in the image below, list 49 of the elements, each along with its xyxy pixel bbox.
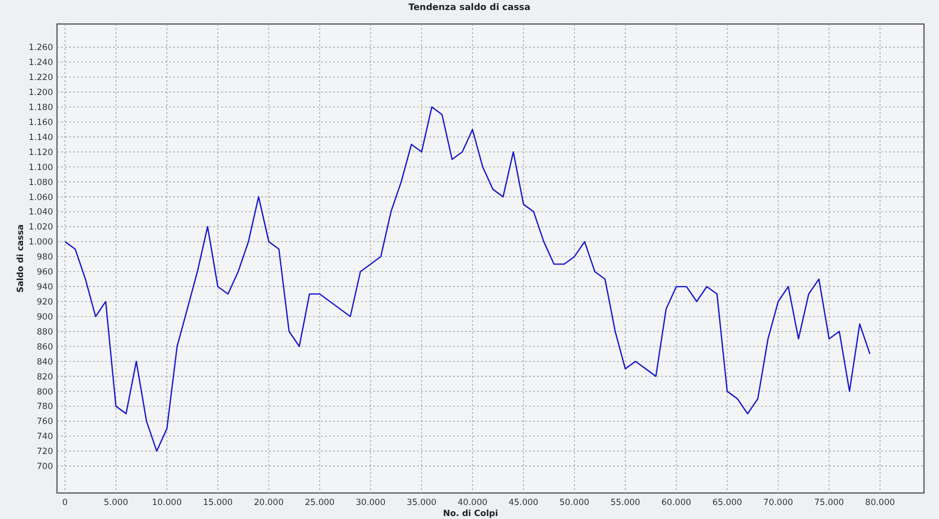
axis-tick-label: 700 (36, 462, 53, 472)
axis-tick-label: 50.000 (560, 498, 590, 508)
axis-tick-label: 800 (36, 387, 53, 398)
axis-tick-label: 1.200 (28, 88, 53, 98)
axis-tick-label: 1.080 (28, 178, 53, 188)
axis-tick-label: 40.000 (458, 498, 488, 508)
axis-tick-label: 1.040 (28, 208, 53, 218)
axis-tick-label: 1.260 (28, 43, 53, 54)
axis-tick-label: 860 (36, 342, 53, 352)
axis-tick-label: 15.000 (202, 498, 233, 508)
axis-tick-label: 1.120 (28, 148, 53, 158)
axis-tick-label: 80.000 (865, 498, 895, 508)
axis-tick-label: 760 (36, 417, 53, 428)
axis-tick-label: 65.000 (712, 498, 742, 508)
axis-tick-label: 25.000 (304, 498, 335, 508)
axis-tick-label: 1.060 (28, 192, 53, 203)
axis-tick-label: 1.240 (28, 58, 53, 68)
axis-tick-label: 45.000 (508, 498, 538, 508)
axis-tick-label: 1.100 (28, 162, 53, 173)
axis-title: No. di Colpi (442, 509, 498, 519)
axis-tick-label: 10.000 (152, 498, 182, 508)
axis-tick-label: 880 (36, 327, 53, 338)
axis-tick-label: 60.000 (661, 498, 692, 508)
axis-title: Saldo di cassa (16, 224, 26, 293)
axis-tick-label: 1.180 (28, 103, 53, 114)
axis-tick-label: 1.000 (28, 238, 53, 248)
axis-tick-label: 20.000 (254, 498, 284, 508)
axis-tick-label: 1.020 (28, 222, 53, 233)
axis-tick-label: 1.220 (28, 73, 53, 84)
axis-tick-label: 780 (36, 402, 53, 412)
axis-tick-label: 980 (36, 252, 53, 263)
axis-tick-label: 30.000 (356, 498, 386, 508)
chart-title: Tendenza saldo di cassa (408, 2, 530, 15)
axis-tick-label: 1.140 (28, 132, 53, 143)
axis-tick-label: 35.000 (406, 498, 436, 508)
axis-tick-label: 920 (36, 298, 53, 308)
axis-tick-label: 720 (36, 447, 53, 458)
axis-tick-label: 960 (36, 268, 53, 278)
axis-tick-label: 840 (36, 357, 53, 368)
axis-tick-label: 740 (36, 432, 53, 442)
axis-tick-label: 940 (36, 282, 53, 293)
axis-tick-label: 5.000 (104, 498, 128, 508)
axis-tick-label: 1.160 (28, 118, 53, 128)
axis-tick-label: 75.000 (814, 498, 844, 508)
axis-tick-label: 820 (36, 372, 53, 382)
axis-tick-label: 900 (36, 312, 53, 322)
axis-tick-label: 70.000 (763, 498, 794, 508)
axis-tick-label: 55.000 (610, 498, 640, 508)
axis-tick-label: 0 (62, 498, 68, 508)
